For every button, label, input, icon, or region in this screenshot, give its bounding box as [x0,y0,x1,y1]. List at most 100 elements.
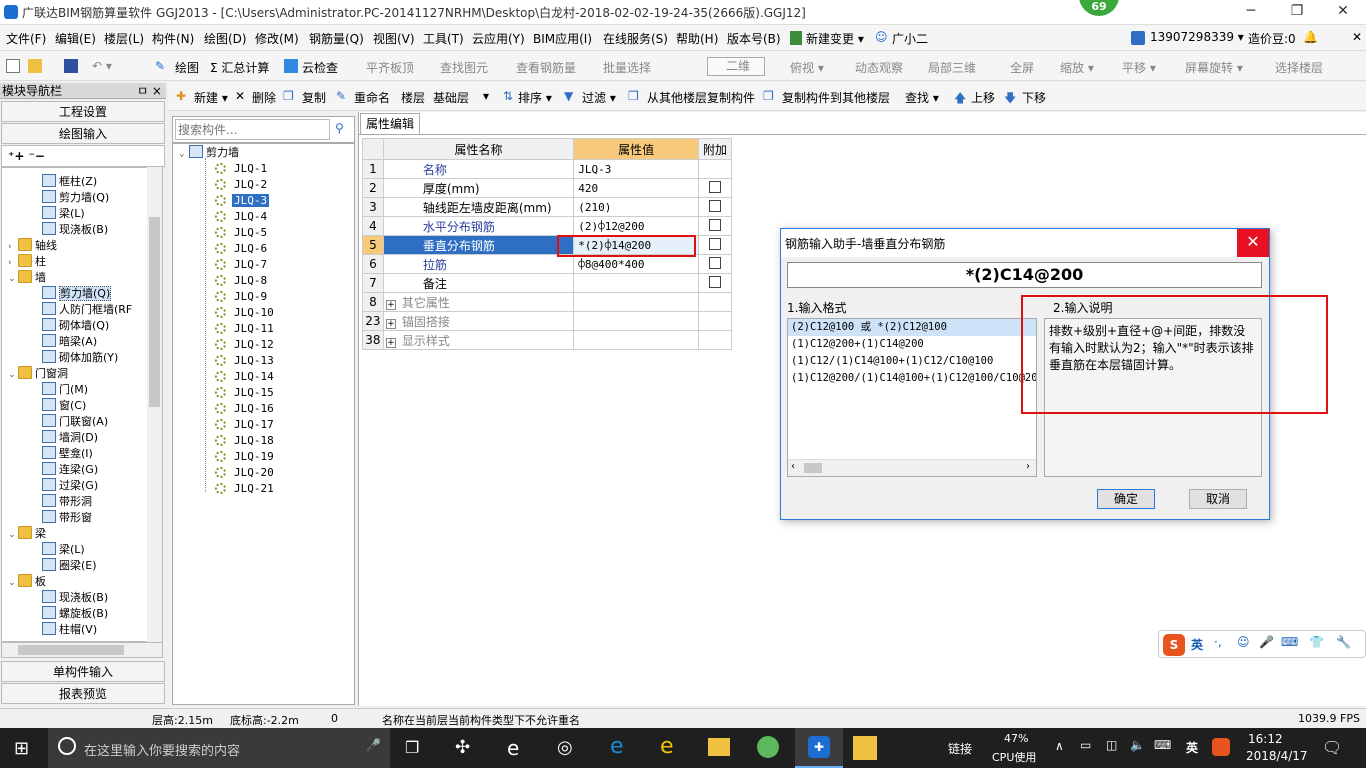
component-item[interactable]: JLQ-15 [215,385,276,401]
property-row[interactable]: 3 轴线距左墙皮距离(mm) (210) [362,197,733,217]
expand-plus-icon[interactable]: + [385,299,396,310]
component-item[interactable]: JLQ-9 [215,289,269,305]
notes-app-icon[interactable] [853,736,877,760]
property-value[interactable]: (210) [573,197,699,217]
spiral-app-icon[interactable]: ◎ [557,737,573,758]
ok-button[interactable]: 确定 [1097,489,1155,509]
action-center-icon[interactable]: 🗨 [1322,738,1342,757]
expand-chevron-icon[interactable]: ⌄ [8,527,18,543]
extra-checkbox[interactable] [708,275,721,288]
tab-property-edit[interactable]: 属性编辑 [360,113,420,135]
skin-icon[interactable]: 👕 [1309,635,1324,649]
nav-item[interactable]: 窗(C) [42,398,86,414]
nav-folder[interactable]: › 柱 [8,254,46,270]
format-option[interactable]: (1)C12/(1)C14@100+(1)C12/C10@100 [788,353,1036,370]
menu-draw[interactable]: 绘图(D) [204,30,247,47]
cancel-button[interactable]: 取消 [1189,489,1247,509]
fan-app-icon[interactable]: ✣ [455,737,470,758]
battery-icon[interactable]: ▭ [1080,738,1091,752]
format-option[interactable]: (1)C12@200/(1)C14@100+(1)C12@100/C10@200 [788,370,1036,387]
file-explorer-icon[interactable] [708,738,730,756]
view-mode-select[interactable]: 二维 [707,57,765,76]
property-value[interactable]: JLQ-3 [573,159,699,179]
expand-chevron-icon[interactable]: › [8,239,18,255]
component-item[interactable]: JLQ-1 [215,161,269,177]
format-hscrollbar[interactable]: ‹ › [788,459,1036,476]
new-file-icon[interactable] [6,59,20,73]
sogou-icon[interactable]: S [1163,634,1185,656]
expand-chevron-icon[interactable]: ⌄ [8,575,18,591]
close-doc-icon[interactable]: ✕ [1352,30,1362,44]
property-row[interactable]: 4 水平分布钢筋 (2)⌽12@200 [362,216,733,236]
ie-icon[interactable]: e [660,734,674,759]
copy-button[interactable]: 复制 [302,89,326,106]
nav-item[interactable]: 梁(L) [42,542,85,558]
move-down-button[interactable]: 下移 [1022,89,1046,106]
menu-cloud[interactable]: 云应用(Y) [472,30,525,47]
component-item[interactable]: JLQ-3 [215,193,270,209]
extra-checkbox[interactable] [708,218,721,231]
component-item[interactable]: JLQ-13 [215,353,276,369]
rebar-value-input[interactable]: *(2)C14@200 [787,262,1262,288]
copy-from-other-floor-button[interactable]: 从其他楼层复制构件 [647,89,755,106]
delete-button[interactable]: 删除 [252,89,276,106]
tray-expand-icon[interactable]: ∧ [1055,739,1064,753]
copy-to-other-floor-button[interactable]: 复制构件到其他楼层 [782,89,890,106]
nav-item[interactable]: 暗梁(A) [42,334,97,350]
nav-item[interactable]: 框柱(Z) [42,174,97,190]
extra-checkbox[interactable] [708,256,721,269]
expand-chevron-icon[interactable]: ⌄ [8,271,18,287]
property-value[interactable] [573,330,699,350]
save-icon[interactable] [64,59,78,73]
taskbar-mic-icon[interactable]: 🎤 [366,738,381,752]
glodon-taskbar-button[interactable]: ✚ [795,728,843,768]
menu-component[interactable]: 构件(N) [152,30,194,47]
menu-rebar-qty[interactable]: 钢筋量(Q) [309,30,364,47]
component-item[interactable]: JLQ-16 [215,401,276,417]
find-element-button[interactable]: 查找图元 [440,59,488,76]
windows-start-icon[interactable]: ⊞ [14,738,29,759]
user-account[interactable]: 13907298339 ▾ [1150,30,1244,44]
notification-badge[interactable]: 69 [1079,0,1119,16]
property-row[interactable]: 8 + 其它属性 [362,292,733,312]
new-component-button[interactable]: 新建 ▾ [194,89,228,106]
nav-item[interactable]: 剪力墙(Q) [42,286,112,302]
nav-folder[interactable]: ⌄ 板 [8,574,46,590]
nav-item[interactable]: 现浇板(B) [42,590,108,606]
expand-chevron-icon[interactable]: ⌄ [8,367,18,383]
component-item[interactable]: JLQ-20 [215,465,276,481]
tray-lang[interactable]: 英 [1186,739,1198,756]
drawing-input-button[interactable]: 绘图输入 [1,123,165,144]
nav-item[interactable]: 砌体墙(Q) [42,318,109,334]
filter-button[interactable]: 过滤 ▾ [582,89,616,106]
local-3d-button[interactable]: 局部三维 [928,59,976,76]
component-item[interactable]: JLQ-19 [215,449,276,465]
zoom-button[interactable]: 缩放 ▾ [1060,59,1094,76]
menu-floor[interactable]: 楼层(L) [104,30,144,47]
property-value[interactable] [573,311,699,331]
scroll-right-icon[interactable]: › [1026,461,1030,472]
format-option[interactable]: (1)C12@200+(1)C14@200 [788,336,1036,353]
expand-chevron-icon[interactable]: › [8,255,18,271]
nav-item[interactable]: 连梁(G) [42,462,98,478]
nav-folder[interactable]: ⌄ 门窗洞 [8,366,68,382]
nav-item[interactable]: 壁龛(I) [42,446,93,462]
close-window-button[interactable]: ✕ [1320,0,1366,24]
property-row[interactable]: 7 备注 [362,273,733,293]
nav-item[interactable]: 过梁(G) [42,478,98,494]
task-view-icon[interactable]: ❐ [405,738,419,757]
single-component-input-button[interactable]: 单构件输入 [1,661,165,682]
component-item[interactable]: JLQ-21 [215,481,276,497]
nav-item[interactable]: 现浇板(B) [42,222,108,238]
component-item[interactable]: JLQ-12 [215,337,276,353]
top-view-button[interactable]: 俯视 ▾ [790,59,824,76]
taskbar-link[interactable]: 链接 [948,740,972,757]
volume-icon[interactable]: 🔈 [1130,738,1145,752]
menu-version[interactable]: 版本号(B) [727,30,781,47]
view-rebar-qty-button[interactable]: 查看钢筋量 [516,59,576,76]
property-row[interactable]: 2 厚度(mm) 420 [362,178,733,198]
taskbar-search[interactable]: 在这里输入你要搜索的内容 🎤 [48,728,390,768]
pan-button[interactable]: 平移 ▾ [1122,59,1156,76]
ime-lang[interactable]: 英 [1191,636,1203,653]
extra-checkbox[interactable] [708,199,721,212]
